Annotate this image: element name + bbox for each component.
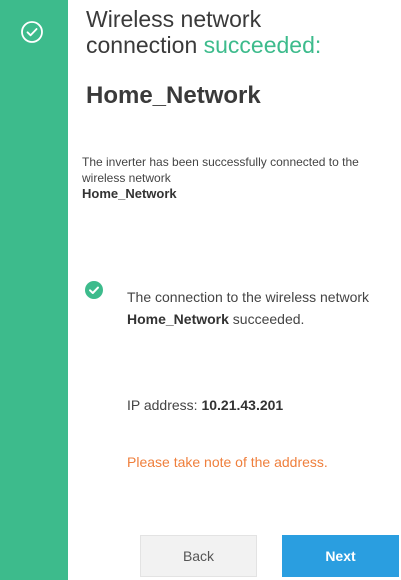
check-circle-filled-icon xyxy=(85,281,103,299)
status-text-after: succeeded. xyxy=(228,311,305,327)
status-network: Home_Network xyxy=(127,311,229,327)
back-button[interactable]: Back xyxy=(140,535,257,577)
title-highlight: succeeded xyxy=(203,32,315,58)
description: The inverter has been successfully conne… xyxy=(82,154,382,202)
description-network: Home_Network xyxy=(82,186,177,201)
note-message: Please take note of the address. xyxy=(127,454,328,470)
page-title: Wireless network connection succeeded: xyxy=(86,6,401,58)
title-line-1: Wireless network xyxy=(86,6,262,32)
description-text: The inverter has been successfully conne… xyxy=(82,155,359,185)
check-circle-outline-icon xyxy=(21,21,43,43)
ip-address: IP address: 10.21.43.201 xyxy=(127,397,283,413)
connection-status-message: The connection to the wireless network H… xyxy=(127,286,387,330)
network-name-heading: Home_Network xyxy=(86,82,261,109)
title-suffix: : xyxy=(314,32,322,58)
ip-value: 10.21.43.201 xyxy=(201,397,284,413)
sidebar xyxy=(0,0,68,580)
ip-label: IP address: xyxy=(127,397,202,413)
main-panel: Wireless network connection succeeded: H… xyxy=(68,0,401,580)
title-line-2: connection xyxy=(86,32,204,58)
status-text-before: The connection to the wireless network xyxy=(127,289,370,305)
next-button[interactable]: Next xyxy=(282,535,399,577)
